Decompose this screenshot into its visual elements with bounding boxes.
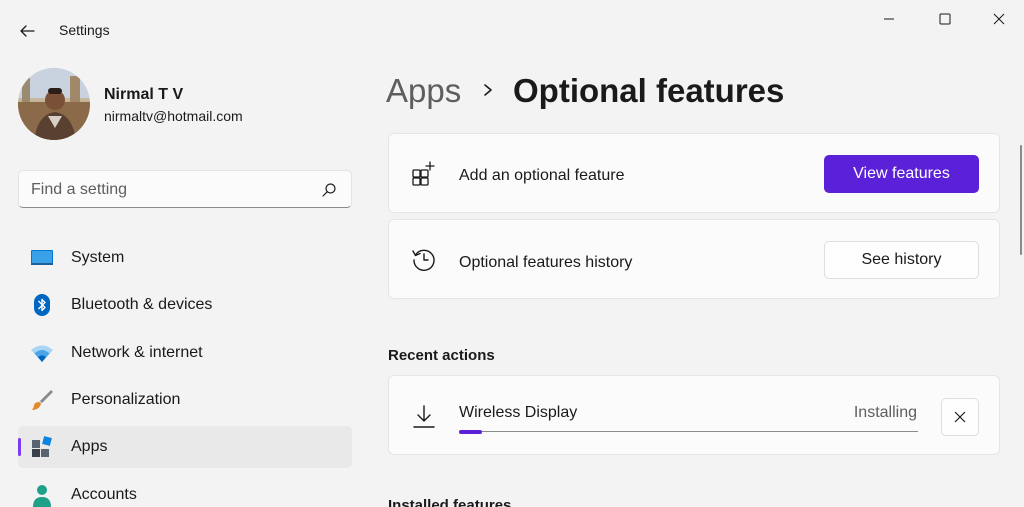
bluetooth-icon bbox=[34, 294, 50, 316]
download-icon bbox=[413, 405, 435, 428]
add-grid-icon bbox=[412, 161, 435, 186]
see-history-button[interactable]: See history bbox=[824, 241, 979, 279]
monitor-icon bbox=[31, 250, 53, 265]
minimize-icon bbox=[884, 18, 894, 20]
close-icon bbox=[954, 411, 966, 423]
install-progress-fill bbox=[459, 429, 482, 434]
installed-features-heading: Installed features bbox=[388, 497, 512, 507]
sidebar-item-label: Apps bbox=[71, 438, 108, 455]
back-arrow-icon bbox=[20, 25, 35, 37]
recent-action-item: Wireless Display Installing bbox=[388, 375, 1000, 455]
sidebar-item-personalization[interactable]: Personalization bbox=[18, 379, 352, 421]
install-progress-bar bbox=[459, 429, 918, 434]
selection-indicator bbox=[18, 438, 21, 456]
sidebar-item-system[interactable]: System bbox=[18, 237, 352, 279]
history-label: Optional features history bbox=[459, 254, 633, 271]
history-icon bbox=[412, 249, 435, 271]
chevron-right-icon bbox=[484, 84, 492, 96]
back-button[interactable] bbox=[12, 16, 42, 46]
brush-icon bbox=[32, 390, 53, 410]
apps-icon bbox=[32, 436, 52, 457]
search-icon[interactable] bbox=[321, 182, 337, 198]
breadcrumb-parent[interactable]: Apps bbox=[386, 72, 461, 110]
title-bar: Settings bbox=[0, 0, 1024, 62]
feature-name: Wireless Display bbox=[459, 404, 578, 421]
user-email: nirmaltv@hotmail.com bbox=[104, 108, 243, 124]
view-features-button[interactable]: View features bbox=[824, 155, 979, 193]
sidebar: Nirmal T V nirmaltv@hotmail.com System B… bbox=[0, 62, 370, 507]
sidebar-item-label: System bbox=[71, 249, 125, 266]
sidebar-item-bluetooth[interactable]: Bluetooth & devices bbox=[18, 284, 352, 326]
install-status: Installing bbox=[853, 404, 917, 421]
page-title: Optional features bbox=[513, 72, 785, 109]
add-feature-card: Add an optional feature View features bbox=[388, 133, 1000, 213]
sidebar-item-apps[interactable]: Apps bbox=[18, 426, 352, 468]
close-icon bbox=[993, 13, 1005, 25]
maximize-button[interactable] bbox=[922, 4, 968, 34]
person-icon bbox=[33, 485, 51, 507]
sidebar-item-accounts[interactable]: Accounts bbox=[18, 474, 352, 507]
minimize-button[interactable] bbox=[866, 4, 912, 34]
sidebar-item-label: Network & internet bbox=[71, 344, 203, 361]
wifi-icon bbox=[31, 345, 53, 362]
cancel-install-button[interactable] bbox=[941, 398, 979, 436]
maximize-icon bbox=[939, 13, 951, 25]
search-input[interactable] bbox=[31, 179, 311, 201]
avatar-photo bbox=[18, 68, 90, 140]
sidebar-item-label: Bluetooth & devices bbox=[71, 296, 213, 313]
sidebar-item-network[interactable]: Network & internet bbox=[18, 332, 352, 374]
add-feature-label: Add an optional feature bbox=[459, 167, 625, 184]
sidebar-item-label: Accounts bbox=[71, 486, 137, 503]
close-button[interactable] bbox=[976, 4, 1022, 34]
avatar[interactable] bbox=[18, 68, 90, 140]
scrollbar-thumb[interactable] bbox=[1020, 145, 1022, 255]
recent-actions-heading: Recent actions bbox=[388, 347, 495, 364]
window-title: Settings bbox=[59, 22, 110, 38]
history-card: Optional features history See history bbox=[388, 219, 1000, 299]
user-name: Nirmal T V bbox=[104, 86, 184, 103]
sidebar-item-label: Personalization bbox=[71, 391, 181, 408]
search-box[interactable] bbox=[18, 170, 352, 208]
